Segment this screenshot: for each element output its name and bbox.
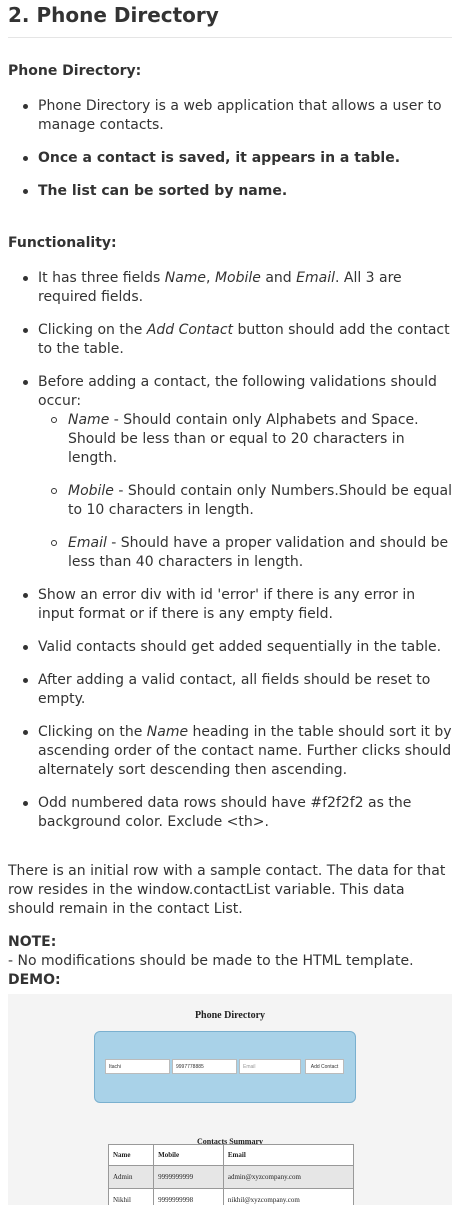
list-item: Show an error div with id 'error' if the…: [23, 586, 452, 624]
table-row: Nikhil 9999999998 nikhil@xyzcompany.com: [107, 1188, 355, 1205]
list-item: Before adding a contact, the following v…: [23, 374, 452, 572]
note-title: NOTE:: [8, 934, 57, 950]
table-row: Admin 9999999999 admin@xyzcompany.com: [107, 1165, 355, 1189]
add-contact-button[interactable]: Add Contact: [305, 1059, 344, 1074]
document: 2. Phone Directory Phone Directory: Phon…: [0, 0, 464, 990]
email-input[interactable]: Email: [239, 1059, 301, 1074]
demo-screenshot: Phone Directory Itachi 9997778885 Email …: [8, 994, 452, 1205]
sub-list-item: Name - Should contain only Alphabets and…: [51, 411, 452, 468]
sub-list-item: Mobile - Should contain only Numbers.Sho…: [51, 483, 452, 518]
list-item: The list can be sorted by name.: [23, 182, 452, 201]
list-item: Clicking on the Name heading in the tabl…: [23, 724, 452, 778]
mobile-column-header: Mobile: [153, 1144, 224, 1166]
table-cell: admin@xyzcompany.com: [222, 1165, 355, 1189]
demo-app-title: Phone Directory: [194, 1010, 266, 1021]
initial-row-paragraph: There is an initial row with a sample co…: [8, 863, 446, 917]
list-item: Odd numbered data rows should have #f2f2…: [23, 794, 452, 832]
table-cell: Admin: [107, 1165, 155, 1189]
validation-list: Name - Should contain only Alphabets and…: [38, 411, 452, 572]
mobile-input[interactable]: 9997778885: [172, 1059, 237, 1074]
functionality-list: It has three fields Name, Mobile and Ema…: [8, 269, 452, 832]
list-item: It has three fields Name, Mobile and Ema…: [23, 269, 452, 307]
page-title: 2. Phone Directory: [8, 0, 452, 38]
name-column-header[interactable]: Name: [107, 1144, 155, 1166]
table-cell: nikhil@xyzcompany.com: [222, 1188, 355, 1205]
name-input[interactable]: Itachi: [105, 1059, 170, 1074]
note-text: - No modifications should be made to the…: [8, 953, 414, 969]
list-item: After adding a valid contact, all fields…: [23, 671, 452, 709]
email-column-header: Email: [222, 1144, 355, 1166]
list-item: Valid contacts should get added sequenti…: [23, 638, 452, 657]
sub-list-item: Email - Should have a proper validation …: [51, 534, 452, 572]
intro-list: Phone Directory is a web application tha…: [8, 97, 452, 201]
list-item: Phone Directory is a web application tha…: [23, 97, 452, 135]
table-header-row: Name Mobile Email: [107, 1144, 355, 1166]
table-cell: 9999999999: [153, 1165, 224, 1189]
list-item: Clicking on the Add Contact button shoul…: [23, 321, 452, 359]
table-cell: 9999999998: [153, 1188, 224, 1205]
demo-title: DEMO:: [8, 972, 61, 988]
contacts-table: Name Mobile Email Admin 9999999999 admin…: [107, 1144, 355, 1205]
functionality-title: Functionality:: [8, 235, 117, 251]
list-item: Once a contact is saved, it appears in a…: [23, 149, 452, 168]
table-cell: Nikhil: [107, 1188, 155, 1205]
contact-form: Itachi 9997778885 Email Add Contact: [94, 1031, 356, 1103]
intro-title: Phone Directory:: [8, 63, 142, 79]
